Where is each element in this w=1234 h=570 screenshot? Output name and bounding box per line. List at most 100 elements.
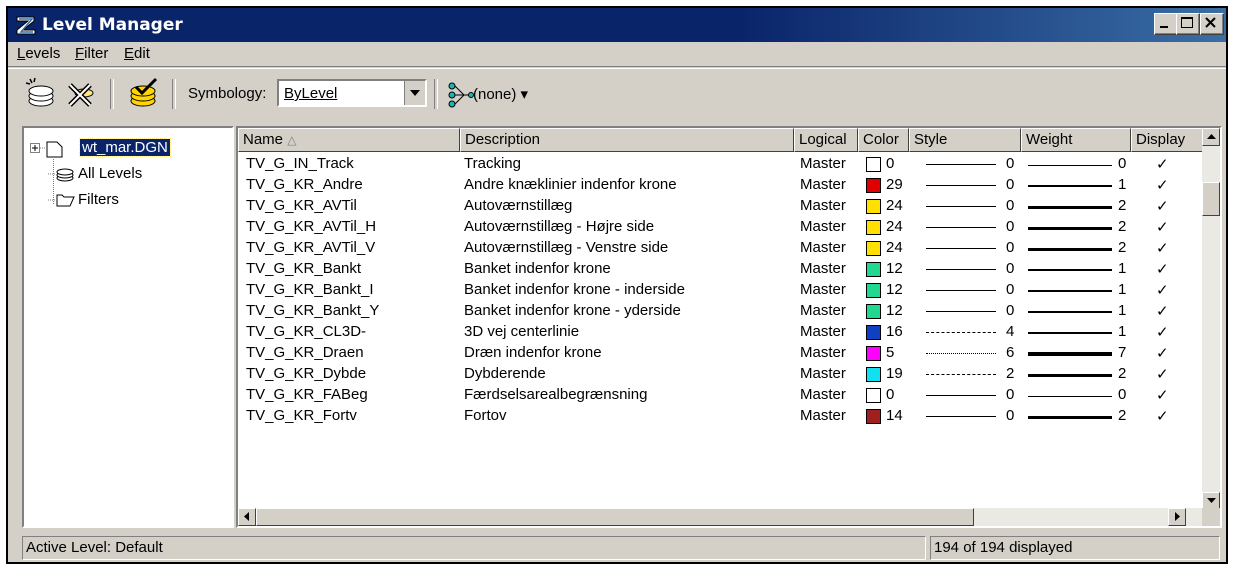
minimize-button[interactable] xyxy=(1154,13,1178,35)
display-check-icon[interactable]: ✓ xyxy=(1156,365,1169,383)
table-row[interactable]: TV_G_KR_Bankt_Y Banket indenfor krone - y… xyxy=(238,301,1204,322)
column-header-name[interactable]: Name △ xyxy=(238,128,460,152)
title-bar[interactable]: Level Manager xyxy=(8,8,1226,42)
set-active-level-icon[interactable] xyxy=(126,77,160,111)
maximize-icon xyxy=(1181,17,1193,28)
table-row[interactable]: TV_G_IN_Track Tracking Master 0 0 0 ✓ xyxy=(238,154,1204,175)
color-swatch xyxy=(866,262,881,277)
display-check-icon[interactable]: ✓ xyxy=(1156,218,1169,236)
tree-node-all-levels[interactable]: All Levels xyxy=(48,164,142,184)
table-row[interactable]: TV_G_KR_Bankt_I Banket indenfor krone - i… xyxy=(238,280,1204,301)
level-name: TV_G_KR_Draen xyxy=(246,344,364,361)
color-swatch xyxy=(866,199,881,214)
level-description: Dybderende xyxy=(464,365,546,382)
scroll-left-button[interactable] xyxy=(238,508,256,526)
color-swatch xyxy=(866,241,881,256)
display-check-icon[interactable]: ✓ xyxy=(1156,323,1169,341)
menu-edit[interactable]: Edit xyxy=(124,45,150,62)
level-style: 0 xyxy=(1006,218,1015,235)
level-manager-window: Level Manager Levels Filter Edit Symbolo… xyxy=(6,6,1228,564)
level-description: 3D vej centerlinie xyxy=(464,323,580,340)
table-row[interactable]: TV_G_KR_Bankt Banket indenfor krone Master… xyxy=(238,259,1204,280)
table-row[interactable]: TV_G_KR_Dybde Dybderende Master 19 2 2 ✓ xyxy=(238,364,1204,385)
level-list: Name △ Description Logical Color Style W… xyxy=(236,126,1222,528)
table-row[interactable]: TV_G_KR_AVTil Autoværnstillæg Master 24 0 2 ✓ xyxy=(238,196,1204,217)
level-color: 24 xyxy=(886,239,903,256)
color-swatch xyxy=(866,346,881,361)
scroll-up-button[interactable] xyxy=(1202,128,1220,146)
level-style: 0 xyxy=(1006,260,1015,277)
level-color: 0 xyxy=(886,155,895,172)
tree-node-file[interactable]: wt_mar.DGN xyxy=(30,137,171,158)
arrow-up-icon xyxy=(1207,134,1216,139)
display-check-icon[interactable]: ✓ xyxy=(1156,386,1169,404)
level-style: 0 xyxy=(1006,176,1015,193)
level-name: TV_G_KR_AVTil_H xyxy=(246,218,377,235)
vertical-scroll-thumb[interactable] xyxy=(1202,182,1220,216)
level-logical: Master xyxy=(800,176,846,193)
color-swatch xyxy=(866,157,881,172)
symbology-select[interactable]: ByLevel xyxy=(277,79,427,107)
level-color: 12 xyxy=(886,260,903,277)
style-line xyxy=(926,374,996,375)
style-line xyxy=(926,206,996,207)
column-header-logical[interactable]: Logical xyxy=(794,128,858,152)
delete-level-icon[interactable] xyxy=(64,77,98,111)
level-color: 19 xyxy=(886,365,903,382)
display-check-icon[interactable]: ✓ xyxy=(1156,281,1169,299)
column-header-weight[interactable]: Weight xyxy=(1021,128,1131,152)
column-header-display[interactable]: Display xyxy=(1131,128,1204,152)
display-check-icon[interactable]: ✓ xyxy=(1156,197,1169,215)
table-row[interactable]: TV_G_KR_CL3D- 3D vej centerlinie Master 16 4… xyxy=(238,322,1204,343)
color-swatch xyxy=(866,304,881,319)
color-swatch xyxy=(866,178,881,193)
level-logical: Master xyxy=(800,197,846,214)
level-weight: 2 xyxy=(1118,197,1127,214)
scroll-right-button[interactable] xyxy=(1168,508,1186,526)
style-line xyxy=(926,353,996,354)
symbology-dropdown-button[interactable] xyxy=(404,81,425,105)
table-row[interactable]: TV_G_KR_AVTil_V Autoværnstillæg - Venstre… xyxy=(238,238,1204,259)
level-description: Banket indenfor krone - inderside xyxy=(464,281,685,298)
level-logical: Master xyxy=(800,218,846,235)
display-check-icon[interactable]: ✓ xyxy=(1156,344,1169,362)
level-description: Autoværnstillæg xyxy=(464,197,573,214)
column-header-description[interactable]: Description xyxy=(460,128,794,152)
display-check-icon[interactable]: ✓ xyxy=(1156,302,1169,320)
display-check-icon[interactable]: ✓ xyxy=(1156,407,1169,425)
table-row[interactable]: TV_G_KR_Fortv Fortov Master 14 0 2 ✓ xyxy=(238,406,1204,427)
level-description: Autoværnstillæg - Højre side xyxy=(464,218,655,235)
display-check-icon[interactable]: ✓ xyxy=(1156,260,1169,278)
table-row[interactable]: TV_G_KR_AVTil_H Autoværnstillæg - Højre s… xyxy=(238,217,1204,238)
vertical-scrollbar[interactable] xyxy=(1202,128,1220,510)
level-description: Færdselsarealbegrænsning xyxy=(464,386,648,403)
menu-bar: Levels Filter Edit xyxy=(8,42,1226,67)
level-style: 0 xyxy=(1006,302,1015,319)
display-check-icon[interactable]: ✓ xyxy=(1156,176,1169,194)
level-color: 29 xyxy=(886,176,903,193)
menu-filter[interactable]: Filter xyxy=(75,45,108,62)
filter-icon[interactable] xyxy=(444,80,474,110)
filter-value[interactable]: (none) ▾ xyxy=(473,85,528,103)
horizontal-scrollbar[interactable] xyxy=(238,508,1204,526)
maximize-button[interactable] xyxy=(1176,13,1200,35)
level-logical: Master xyxy=(800,302,846,319)
close-button[interactable] xyxy=(1200,13,1224,35)
level-weight: 2 xyxy=(1118,218,1127,235)
table-row[interactable]: TV_G_KR_FABeg Færdselsarealbegrænsning Mas… xyxy=(238,385,1204,406)
style-line xyxy=(926,269,996,270)
table-row[interactable]: TV_G_KR_Andre Andre knæklinier indenfor k… xyxy=(238,175,1204,196)
table-row[interactable]: TV_G_KR_Draen Dræn indenfor krone Master 5 6… xyxy=(238,343,1204,364)
expand-file-icon xyxy=(30,141,63,158)
level-name: TV_G_KR_Bankt_I xyxy=(246,281,374,298)
horizontal-scroll-thumb[interactable] xyxy=(256,508,974,526)
color-swatch xyxy=(866,367,881,382)
menu-levels[interactable]: Levels xyxy=(17,45,60,62)
display-check-icon[interactable]: ✓ xyxy=(1156,155,1169,173)
tree-node-filters[interactable]: Filters xyxy=(48,190,119,210)
column-header-style[interactable]: Style xyxy=(909,128,1021,152)
display-check-icon[interactable]: ✓ xyxy=(1156,239,1169,257)
new-level-icon[interactable] xyxy=(24,77,58,111)
column-header-color[interactable]: Color xyxy=(858,128,909,152)
level-style: 0 xyxy=(1006,407,1015,424)
